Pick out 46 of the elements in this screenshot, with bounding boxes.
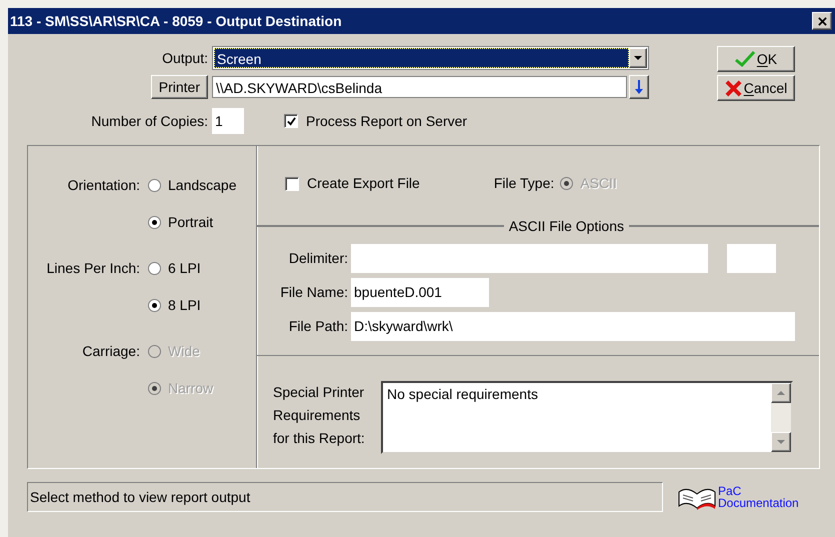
field-label: Lines Per Inch: [46, 260, 140, 276]
checkbox[interactable] [285, 176, 299, 190]
requirements-text-area[interactable]: No special requirements [381, 381, 793, 454]
check-icon [734, 51, 755, 67]
copies-field[interactable]: 1 [212, 108, 244, 134]
window-title: 113 - SM\SS\AR\SR\CA - 8059 - Output Destination [10, 12, 342, 31]
scroll-up-icon [777, 391, 785, 395]
close-icon [818, 16, 826, 26]
delimiter-field[interactable] [351, 244, 708, 273]
radio-button[interactable] [148, 216, 161, 228]
checkbox-label[interactable]: Process Report on Server [306, 110, 468, 132]
field-label: Delimiter: [288, 250, 348, 266]
documentation-link[interactable]: PaC Documentation [718, 485, 799, 509]
scrollbar[interactable] [771, 383, 791, 452]
field-label: File Type: [494, 174, 554, 193]
cross-icon [724, 80, 742, 96]
field-label: Number of Copies: [91, 112, 208, 128]
scroll-down-icon [777, 440, 785, 444]
arrow-down-button[interactable] [629, 75, 649, 99]
dialog-button[interactable]: Cancel [717, 75, 795, 101]
dropdown-arrow-icon [634, 56, 642, 60]
field-label: Output: [162, 50, 208, 66]
arrow-down-icon [635, 80, 643, 94]
printer-button[interactable]: Printer [150, 75, 208, 99]
radio-label[interactable]: 6 LPI [168, 258, 201, 278]
radio-button[interactable] [148, 178, 161, 192]
input-field[interactable] [727, 244, 776, 273]
field-label: Orientation: [68, 177, 140, 193]
radio-label[interactable]: Landscape [168, 174, 237, 196]
field-label: Special Printer Requirements for this Report: [273, 384, 365, 446]
printer-field[interactable]: \\AD.SKYWARD\csBelinda [212, 76, 627, 98]
dialog-button[interactable]: OK [717, 46, 795, 72]
radio-button[interactable] [148, 298, 161, 312]
file-path-field[interactable]: D:\skyward\wrk\ [351, 312, 795, 341]
output-dropdown[interactable]: Screen [212, 46, 649, 70]
field-label: File Path: [288, 318, 348, 334]
checkbox[interactable] [284, 114, 298, 128]
checkbox-label[interactable]: Create Export File [307, 173, 420, 194]
status-bar: Select method to view report output [27, 482, 663, 512]
radio-label[interactable]: Portrait [168, 212, 214, 232]
radio-label[interactable]: 8 LPI [168, 294, 201, 316]
field-label: Carriage: [82, 343, 140, 359]
field-label: File Name: [280, 284, 348, 300]
radio-button[interactable] [148, 262, 161, 274]
close-button[interactable] [812, 12, 832, 30]
file-name-field[interactable]: bpuenteD.001 [351, 278, 489, 307]
